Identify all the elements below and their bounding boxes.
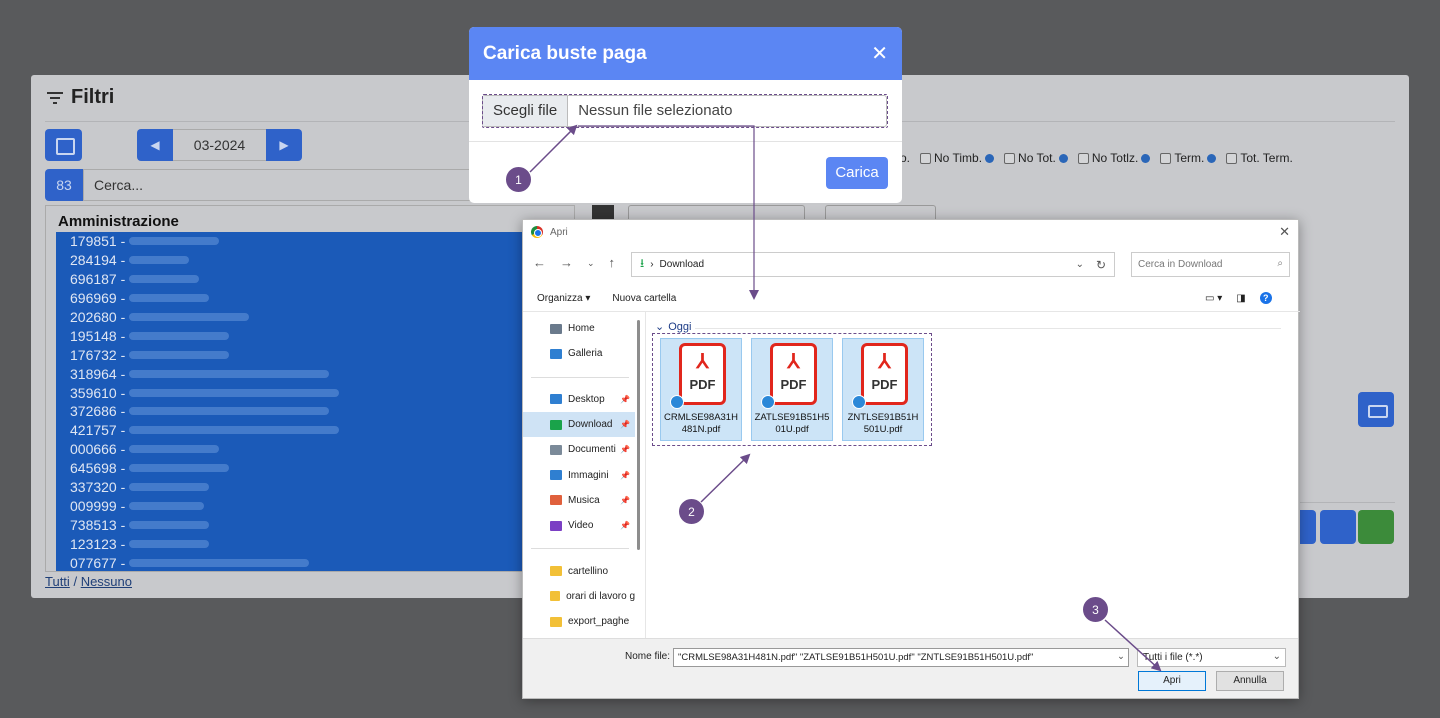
step-marker-2: 2: [678, 498, 705, 525]
arrow-step-1: [529, 124, 578, 173]
arrow-step-2: [699, 453, 751, 504]
step-marker-3: 3: [1082, 596, 1109, 623]
step-marker-1: 1: [505, 166, 532, 193]
arrow-to-dialog: [578, 125, 759, 300]
arrow-step-3: [1104, 619, 1162, 672]
annotation-arrows: [529, 124, 1162, 672]
